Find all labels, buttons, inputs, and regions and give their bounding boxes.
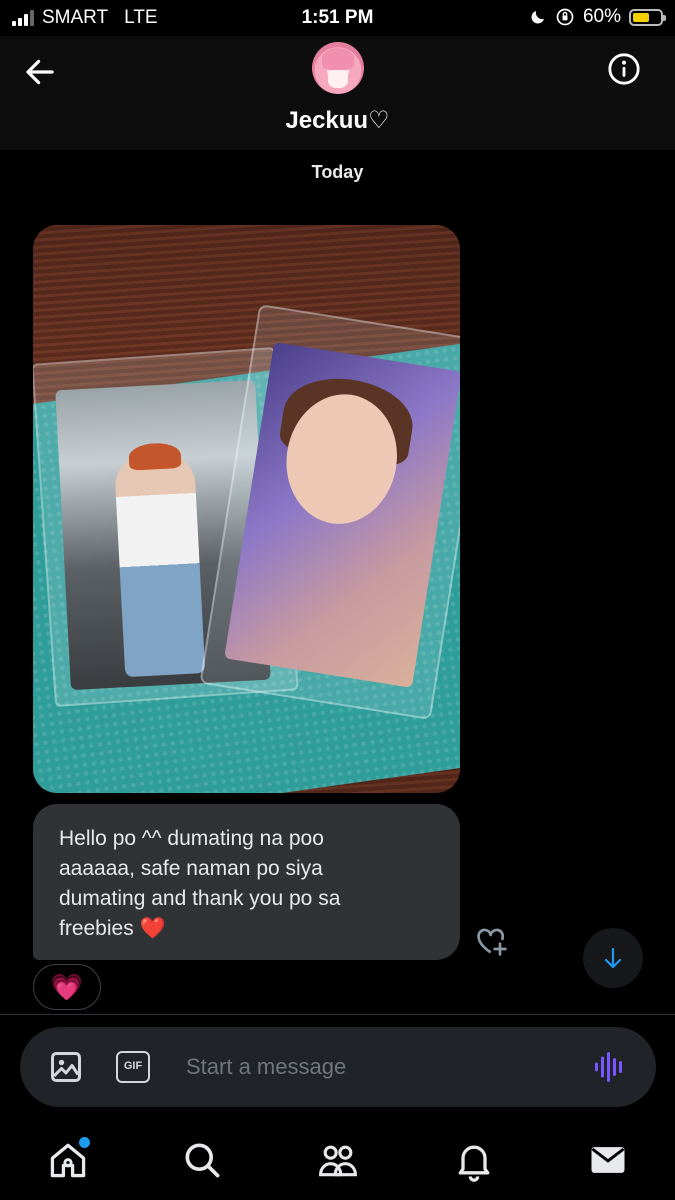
arrow-down-icon	[604, 947, 622, 969]
info-icon[interactable]	[607, 52, 641, 86]
photocard-hat	[128, 441, 182, 471]
battery-icon	[629, 8, 666, 26]
image-icon[interactable]	[48, 1049, 84, 1085]
message-input[interactable]	[186, 1047, 566, 1087]
message-bubble[interactable]: Hello po ^^ dumating na poo aaaaaa, safe…	[33, 804, 460, 960]
message-composer: GIF	[20, 1027, 656, 1107]
nav-communities[interactable]	[316, 1138, 360, 1182]
date-separator: Today	[311, 162, 364, 182]
photo-message[interactable]	[33, 225, 460, 793]
conversation-header: Jeckuu♡	[0, 36, 675, 150]
nav-messages[interactable]	[586, 1138, 630, 1182]
communities-icon	[319, 1145, 357, 1177]
message-text: Hello po ^^ dumating na poo aaaaaa, safe…	[59, 827, 341, 940]
contact-name[interactable]: Jeckuu♡	[0, 106, 675, 135]
back-arrow-icon[interactable]	[22, 54, 58, 90]
add-reaction-icon[interactable]	[474, 925, 510, 957]
bottom-navigation	[0, 1120, 675, 1200]
envelope-icon	[591, 1147, 625, 1173]
nav-notifications[interactable]	[452, 1138, 496, 1182]
status-bar: SMART LTE 1:51 PM 60%	[0, 0, 675, 36]
bell-icon	[458, 1145, 490, 1182]
moon-icon	[531, 11, 544, 24]
battery-percent: 60%	[582, 6, 621, 27]
nav-search[interactable]	[180, 1138, 224, 1182]
gif-button[interactable]: GIF	[116, 1051, 150, 1083]
photocard-figure	[113, 453, 206, 678]
voice-message-icon[interactable]	[592, 1049, 628, 1085]
notification-dot	[77, 1135, 92, 1150]
divider	[0, 1014, 675, 1015]
contact-avatar[interactable]	[312, 42, 364, 94]
nav-home[interactable]	[46, 1135, 92, 1182]
scroll-to-bottom-button[interactable]	[583, 928, 643, 988]
reaction-badge[interactable]: 💗	[33, 964, 101, 1010]
search-icon	[185, 1143, 220, 1178]
orientation-lock-icon	[556, 8, 574, 26]
